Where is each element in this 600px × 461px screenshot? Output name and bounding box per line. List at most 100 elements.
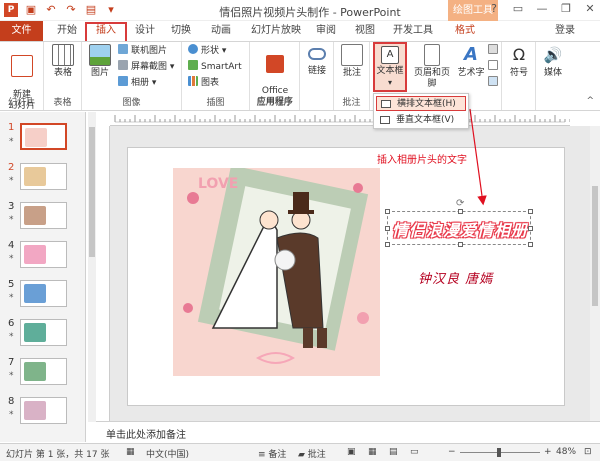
thumbnail-image [25,128,47,147]
table-button[interactable]: 表格 [50,44,76,79]
header-footer-button[interactable]: 页眉和页脚 [410,44,454,90]
resize-handle[interactable] [528,226,533,231]
svg-text:LOVE: LOVE [198,176,238,192]
scrollbar-thumb[interactable] [592,186,598,306]
screenshot-button[interactable]: 屏幕截图 ▾ [118,60,174,74]
help-button[interactable]: ? [486,2,502,15]
wedding-illustration[interactable]: LOVE [173,168,380,376]
shapes-button[interactable]: 形状 ▾ [188,44,226,58]
zoom-in-icon[interactable]: + [544,447,552,457]
wordart-button[interactable]: A 艺术字 [456,44,486,79]
chevron-down-icon: ▾ [387,78,392,87]
tab-format[interactable]: 格式 [450,22,480,41]
restore-button[interactable]: ❐ [558,2,574,15]
login-link[interactable]: 登录 [548,22,582,41]
media-button[interactable]: 🔊 媒体 [540,44,566,79]
tab-insert[interactable]: 插入 [85,22,127,41]
group-images: 图片 联机图片 屏幕截图 ▾ 相册 ▾ 图像 [82,42,182,110]
save-icon[interactable]: ▣ [24,3,38,17]
spellcheck-icon[interactable]: ▦ [126,447,135,457]
resize-handle[interactable] [458,242,463,247]
symbol-button[interactable]: Ω 符号 [506,44,532,79]
chart-button[interactable]: 图表 [188,76,219,90]
minimize-button[interactable]: — [534,2,550,15]
slide-thumbnail[interactable] [20,280,67,307]
slide-number: 8 [8,396,15,407]
group-symbols: Ω 符号 [502,42,536,110]
slides-group-label: 幻灯片 [7,98,35,108]
zoom-level[interactable]: 48% [556,447,576,457]
online-picture-button[interactable]: 联机图片 [118,44,167,58]
authors-text[interactable]: 钟汉良 唐嫣 [418,268,493,287]
thumbnails-scrollbar[interactable] [88,112,96,422]
zoom-out-icon[interactable]: − [448,447,456,457]
table-label: 表格 [53,68,72,78]
reading-view-icon[interactable]: ▤ [389,447,398,457]
slide-thumbnail[interactable] [20,202,67,229]
slide-sorter-icon[interactable]: ▦ [368,447,377,457]
resize-handle[interactable] [528,209,533,214]
picture-button[interactable]: 图片 [88,44,112,79]
comments-label: 批注 [307,450,326,460]
rotate-handle-icon[interactable]: ⟳ [456,198,464,209]
ribbon-display-icon[interactable]: ▭ [510,2,526,15]
tab-slideshow[interactable]: 幻灯片放映 [245,22,307,41]
slideshow-icon[interactable]: ▭ [410,447,419,457]
tab-home[interactable]: 开始 [50,22,84,41]
thumbnail-image [24,401,46,420]
slide-thumbnail[interactable] [20,163,67,190]
collapse-ribbon-icon[interactable]: ^ [586,96,594,106]
notes-pane[interactable]: 单击此处添加备注 [96,421,600,443]
title-textbox[interactable]: 情侣浪漫爱情相册 ⟳ [385,198,533,247]
tab-animations[interactable]: 动画 [206,22,236,41]
horizontal-textbox-item[interactable]: 横排文本框(H) [376,96,466,111]
slide-thumbnail[interactable] [20,358,67,385]
tab-developer[interactable]: 开发工具 [390,22,436,41]
table-icon [52,44,74,66]
fit-slide-icon[interactable]: ⊡ [584,447,592,457]
slide-thumbnail[interactable] [20,319,67,346]
notes-toggle[interactable]: ≡ 备注 [258,447,286,460]
tab-file[interactable]: 文件 [0,21,43,41]
undo-icon[interactable]: ↶ [44,3,58,17]
header-footer-icon [424,44,440,66]
comment-button[interactable]: 批注 [339,44,365,79]
slide-thumbnail[interactable] [20,123,67,150]
slide-thumbnail[interactable] [20,397,67,424]
wordart-label: 艺术字 [457,68,485,78]
animation-marker: * [9,332,14,342]
apps-group-label: 应用程序 [256,98,293,108]
vertical-textbox-item[interactable]: 垂直文本框(V) [376,113,466,128]
signature-line-icon[interactable] [488,44,501,58]
comments-toggle[interactable]: ▰ 批注 [298,447,326,460]
link-button[interactable]: 链接 [304,44,330,77]
normal-view-icon[interactable]: ▣ [347,447,356,457]
editor-scrollbar[interactable] [590,126,600,421]
resize-handle[interactable] [385,226,390,231]
customize-qat-icon[interactable]: ▾ [104,3,118,17]
tab-view[interactable]: 视图 [350,22,380,41]
album-button[interactable]: 相册 ▾ [118,76,156,90]
object-icon[interactable] [488,76,501,90]
present-icon[interactable]: ▤ [84,3,98,17]
title-bar: P ▣ ↶ ↷ ▤ ▾ 情侣照片视频片头制作 - PowerPoint 绘图工具… [0,0,600,21]
slide-number: 3 [8,201,15,212]
resize-handle[interactable] [458,209,463,214]
close-button[interactable]: ✕ [582,2,598,15]
resize-handle[interactable] [385,242,390,247]
slide-thumbnail[interactable] [20,241,67,268]
redo-icon[interactable]: ↷ [64,3,78,17]
resize-handle[interactable] [528,242,533,247]
textbox-button[interactable]: A 文本框 ▾ [373,42,407,92]
date-time-icon[interactable] [488,60,501,74]
horizontal-textbox-label: 横排文本框(H) [397,99,456,109]
tab-transitions[interactable]: 切换 [166,22,196,41]
resize-handle[interactable] [385,209,390,214]
tab-review[interactable]: 审阅 [311,22,341,41]
smartart-button[interactable]: SmartArt [188,60,242,74]
zoom-slider-thumb[interactable] [497,448,501,457]
scrollbar-thumb[interactable] [89,127,95,257]
tab-design[interactable]: 设计 [130,22,160,41]
language-status[interactable]: 中文(中国) [146,447,189,460]
slide-canvas: LOVE 情侣浪漫爱情相册 ⟳ 钟汉良 唐嫣 [127,147,565,406]
